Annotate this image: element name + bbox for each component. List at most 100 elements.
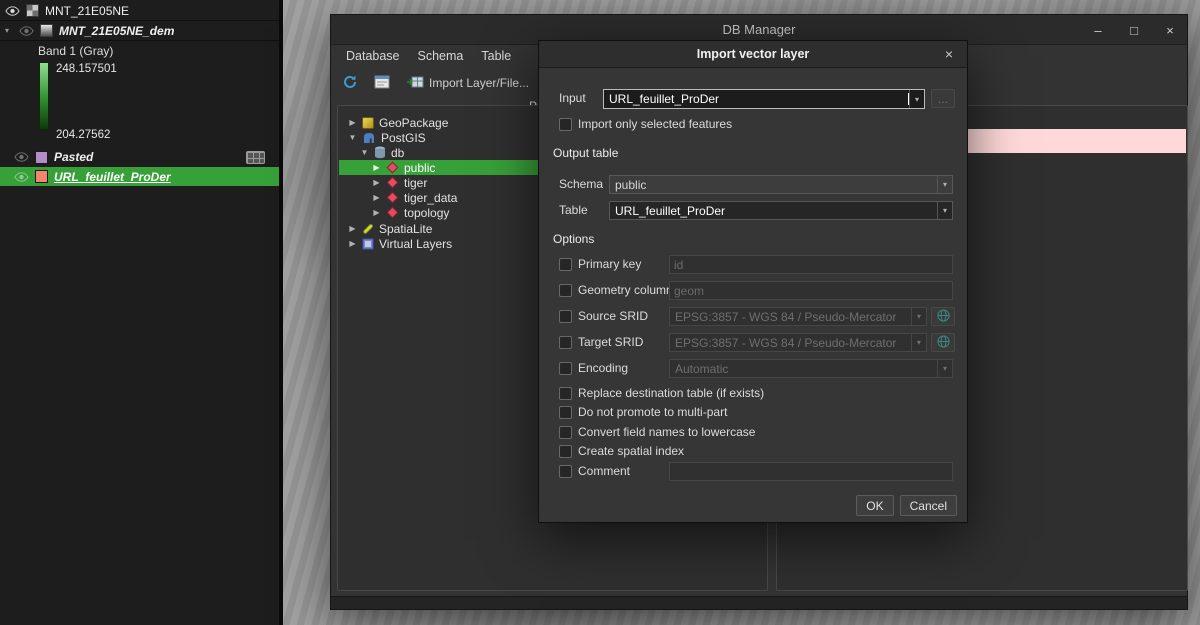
options-heading: Options xyxy=(553,232,594,246)
visibility-eye-icon[interactable] xyxy=(14,152,29,162)
spatial-index-checkbox[interactable] xyxy=(559,445,572,458)
spatial-index-label: Create spatial index xyxy=(578,442,684,461)
chevron-down-icon[interactable]: ▾ xyxy=(937,176,952,193)
chevron-expanded-icon[interactable]: ▾ xyxy=(5,26,13,35)
lowercase-label: Convert field names to lowercase xyxy=(578,423,755,442)
layer-label: Pasted xyxy=(54,150,93,164)
encoding-checkbox[interactable] xyxy=(559,362,572,375)
schema-select[interactable]: public ▾ xyxy=(609,175,953,194)
maximize-button[interactable]: □ xyxy=(1127,23,1141,38)
ramp-max-value: 248.157501 xyxy=(56,63,117,75)
chevron-right-icon[interactable]: ▶ xyxy=(372,178,381,187)
schema-icon xyxy=(386,191,399,204)
ramp-min-value: 204.27562 xyxy=(56,129,110,141)
tree-item-label: tiger xyxy=(404,176,427,190)
only-selected-label: Import only selected features xyxy=(578,115,732,134)
refresh-icon xyxy=(342,74,358,93)
source-srid-select: EPSG:3857 - WGS 84 / Pseudo-Mercator ▾ xyxy=(669,307,927,326)
tree-item-label: SpatiaLite xyxy=(379,222,432,236)
layer-item-pasted[interactable]: Pasted xyxy=(0,147,279,167)
layer-item-url-feuillet[interactable]: URL_feuillet_ProDer xyxy=(0,167,279,186)
schema-icon xyxy=(386,176,399,189)
import-layer-button[interactable]: Import Layer/File... xyxy=(403,72,532,95)
database-icon xyxy=(374,146,386,159)
layer-item-mnt[interactable]: MNT_21E05NE xyxy=(0,1,279,21)
menu-database[interactable]: Database xyxy=(337,47,409,65)
comment-checkbox[interactable] xyxy=(559,465,572,478)
primary-key-checkbox[interactable] xyxy=(559,258,572,271)
postgis-elephant-icon xyxy=(362,132,376,144)
dialog-title: Import vector layer xyxy=(697,47,810,61)
table-combobox[interactable]: URL_feuillet_ProDer ▾ xyxy=(609,201,953,220)
schema-icon xyxy=(386,161,399,174)
only-selected-checkbox[interactable] xyxy=(559,118,572,131)
output-table-heading: Output table xyxy=(553,146,618,160)
close-button[interactable]: × xyxy=(1163,23,1177,38)
input-label: Input xyxy=(559,89,586,108)
comment-input xyxy=(669,462,953,481)
visibility-eye-icon[interactable] xyxy=(5,6,20,16)
dialog-titlebar[interactable]: Import vector layer xyxy=(539,41,967,68)
layer-label: MNT_21E05NE_dem xyxy=(59,24,174,38)
layer-label: URL_feuillet_ProDer xyxy=(54,170,171,184)
vector-layer-swatch xyxy=(35,151,48,164)
menu-table[interactable]: Table xyxy=(472,47,520,65)
tree-item-label: topology xyxy=(404,206,449,220)
globe-icon xyxy=(937,309,950,325)
import-layer-icon xyxy=(406,75,424,92)
target-srid-label: Target SRID xyxy=(578,333,643,352)
chevron-down-icon[interactable]: ▾ xyxy=(909,90,924,108)
input-combobox[interactable]: URL_feuillet_ProDer ▾ xyxy=(603,89,925,109)
chevron-down-icon: ▾ xyxy=(937,360,952,377)
no-multipart-checkbox[interactable] xyxy=(559,406,572,419)
table-value: URL_feuillet_ProDer xyxy=(610,204,937,218)
layer-item-mnt-dem[interactable]: ▾ MNT_21E05NE_dem xyxy=(0,21,279,41)
target-srid-checkbox[interactable] xyxy=(559,336,572,349)
chevron-right-icon[interactable]: ▶ xyxy=(372,163,381,172)
tree-item-label: GeoPackage xyxy=(379,116,448,130)
chevron-right-icon[interactable]: ▶ xyxy=(348,239,357,248)
chevron-right-icon[interactable]: ▶ xyxy=(348,118,357,127)
menu-schema[interactable]: Schema xyxy=(409,47,473,65)
visibility-eye-icon[interactable] xyxy=(19,26,34,36)
browse-button: ... xyxy=(931,89,955,108)
encoding-select: Automatic ▾ xyxy=(669,359,953,378)
chevron-down-icon[interactable]: ▼ xyxy=(348,133,357,142)
chevron-right-icon[interactable]: ▶ xyxy=(372,208,381,217)
target-srid-globe-button xyxy=(931,333,955,352)
cancel-button[interactable]: Cancel xyxy=(900,495,957,516)
chevron-down-icon: ▾ xyxy=(911,308,926,325)
geometry-column-input xyxy=(669,281,953,300)
geometry-column-checkbox[interactable] xyxy=(559,284,572,297)
sql-window-button[interactable] xyxy=(371,71,393,96)
sql-window-icon xyxy=(374,74,390,93)
encoding-label: Encoding xyxy=(578,359,628,378)
tree-item-label: PostGIS xyxy=(381,131,426,145)
chevron-down-icon[interactable]: ▾ xyxy=(937,202,952,219)
chevron-down-icon[interactable]: ▼ xyxy=(360,148,369,157)
import-vector-layer-dialog: Import vector layer × Input URL_feuillet… xyxy=(538,40,968,523)
no-multipart-label: Do not promote to multi-part xyxy=(578,403,727,422)
minimize-button[interactable]: – xyxy=(1091,23,1105,38)
raster-layer-icon xyxy=(26,4,39,17)
source-srid-checkbox[interactable] xyxy=(559,310,572,323)
encoding-value: Automatic xyxy=(670,362,937,376)
ok-button[interactable]: OK xyxy=(856,495,893,516)
table-label: Table xyxy=(559,201,588,220)
tree-item-label: db xyxy=(391,146,404,160)
tree-item-label: public xyxy=(404,161,435,175)
visibility-eye-icon[interactable] xyxy=(14,172,29,182)
refresh-button[interactable] xyxy=(339,71,361,96)
lowercase-checkbox[interactable] xyxy=(559,426,572,439)
tree-item-label: tiger_data xyxy=(404,191,457,205)
globe-icon xyxy=(937,335,950,351)
geopackage-icon xyxy=(362,117,374,129)
source-srid-value: EPSG:3857 - WGS 84 / Pseudo-Mercator xyxy=(670,310,911,324)
layer-label: MNT_21E05NE xyxy=(45,4,129,18)
chevron-right-icon[interactable]: ▶ xyxy=(372,193,381,202)
window-statusbar xyxy=(331,596,1187,609)
dialog-close-button[interactable]: × xyxy=(941,46,957,62)
schema-label: Schema xyxy=(559,175,603,194)
replace-table-checkbox[interactable] xyxy=(559,387,572,400)
chevron-right-icon[interactable]: ▶ xyxy=(348,224,357,233)
